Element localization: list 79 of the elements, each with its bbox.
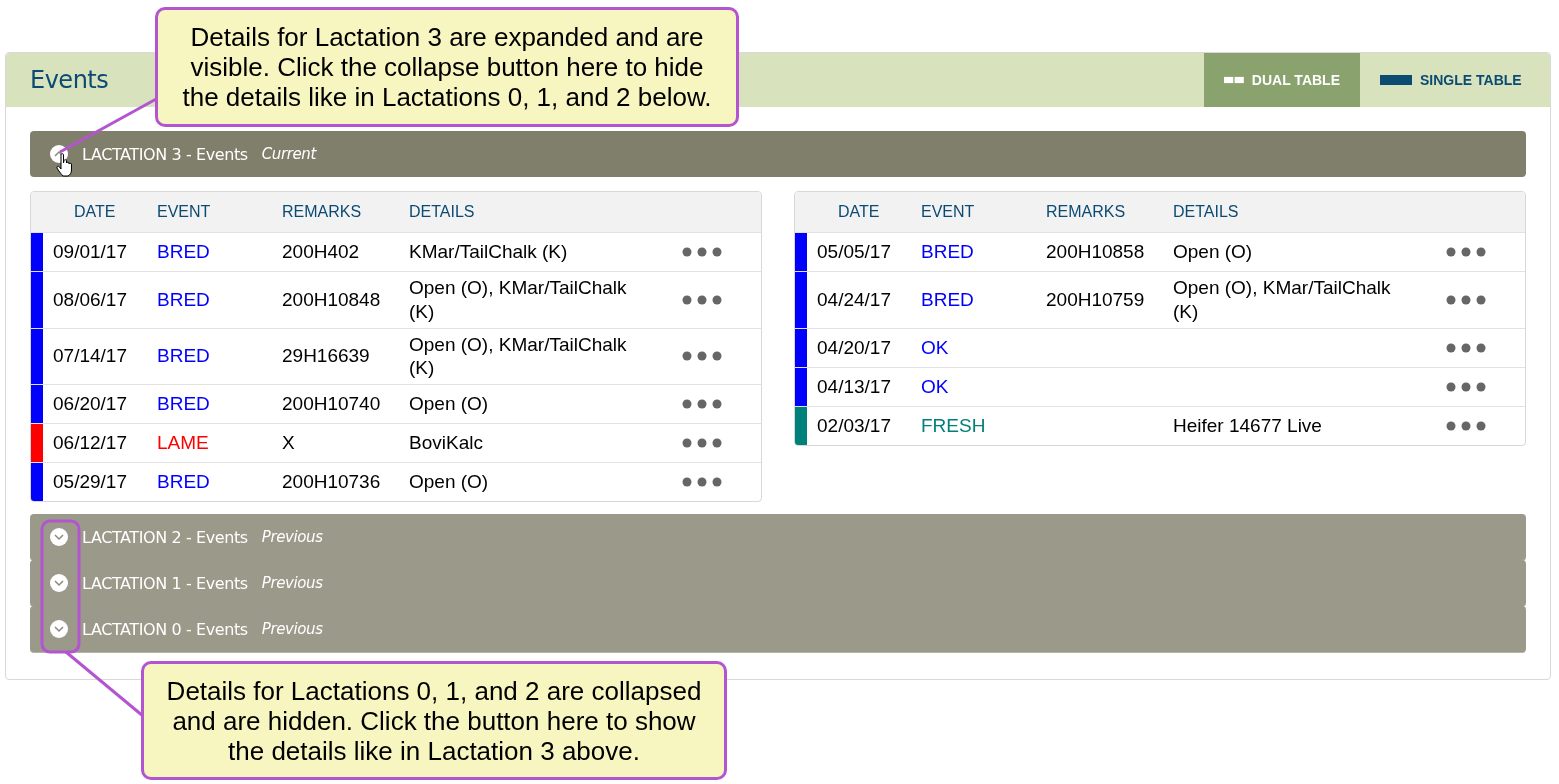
more-icon[interactable] — [1446, 381, 1486, 392]
details-cell: KMar/TailChalk (K) — [409, 240, 568, 264]
lactation-title: LACTATION 0 - Events — [82, 619, 248, 639]
date-cell: 06/12/17 — [53, 431, 127, 455]
more-icon[interactable] — [1446, 420, 1486, 431]
expand-button[interactable] — [50, 620, 68, 638]
details-cell: Open (O) — [1173, 240, 1253, 264]
more-icon[interactable] — [682, 438, 722, 448]
expand-button[interactable] — [50, 528, 68, 546]
more-icon[interactable] — [1446, 294, 1486, 305]
event-cell: BRED — [157, 240, 210, 264]
remarks-cell: 200H10740 — [282, 392, 381, 416]
remarks-cell: 200H10736 — [282, 470, 381, 494]
column-header: DATE — [837, 203, 881, 221]
panel-title: Events — [30, 66, 109, 94]
date-cell: 08/06/17 — [53, 287, 127, 312]
column-header: DATE — [73, 203, 117, 221]
lactation-title: LACTATION 1 - Events — [82, 573, 248, 593]
column-header: REMARKS — [282, 203, 363, 221]
lactation-title: LACTATION 3 - Events — [82, 144, 248, 164]
remarks-cell: X — [282, 431, 295, 455]
column-header: EVENT — [157, 203, 212, 221]
dual-table-icon — [1224, 75, 1244, 85]
details-cell-text: Open (O), KMar/TailChalk (K) — [1173, 276, 1392, 324]
more-icon[interactable] — [682, 247, 722, 257]
column-header: DETAILS — [1173, 203, 1240, 221]
date-cell: 09/01/17 — [53, 240, 127, 264]
date-cell: 06/20/17 — [53, 392, 127, 416]
lactation-status: Previous — [261, 574, 323, 592]
event-cell: BRED — [157, 344, 210, 369]
callout-note: Details for Lactations 0, 1, and 2 are collapsed and are hidden. Click the button here to show the details like in Lactation 3 above. — [141, 661, 727, 780]
more-icon[interactable] — [682, 351, 722, 362]
event-cell: BRED — [157, 470, 210, 494]
single-table-button[interactable]: SINGLE TABLE — [1360, 53, 1550, 107]
more-icon[interactable] — [682, 399, 722, 409]
event-cell: BRED — [921, 240, 974, 264]
event-cell: BRED — [157, 392, 210, 416]
date-cell: 07/14/17 — [53, 344, 127, 369]
lactation-status: Current — [261, 145, 316, 163]
event-cell: BRED — [921, 287, 974, 312]
remarks-cell: 200H10759 — [1046, 287, 1145, 312]
date-cell: 04/13/17 — [817, 374, 891, 399]
event-cell: FRESH — [921, 413, 986, 438]
details-cell: Open (O) — [409, 392, 489, 416]
details-cell: Open (O) — [409, 470, 489, 494]
callout-note: Details for Lactation 3 are expanded and are visible. Click the collapse button here to hide the details like in Lactations 0, 1, and 2 below. — [155, 7, 739, 127]
event-cell: OK — [921, 335, 949, 360]
date-cell: 04/24/17 — [817, 287, 891, 312]
lactation-status: Previous — [261, 528, 323, 546]
details-cell-text: Open (O), KMar/TailChalk (K) — [409, 332, 628, 380]
event-cell: BRED — [157, 287, 210, 312]
date-cell: 04/20/17 — [817, 335, 891, 360]
hand-cursor-icon — [56, 153, 74, 177]
more-icon[interactable] — [1446, 247, 1486, 257]
remarks-cell: 200H402 — [282, 240, 360, 264]
details-cell-text: Open (O), KMar/TailChalk (K) — [409, 276, 628, 324]
single-table-icon — [1380, 75, 1412, 85]
remarks-cell: 29H16639 — [282, 344, 370, 369]
date-cell: 02/03/17 — [817, 413, 891, 438]
chevron-down-icon — [53, 533, 65, 541]
column-header: REMARKS — [1046, 203, 1127, 221]
expand-button[interactable] — [50, 574, 68, 592]
remarks-cell: 200H10848 — [282, 287, 381, 312]
lactation-status: Previous — [261, 620, 323, 638]
column-header: DETAILS — [409, 203, 476, 221]
event-cell: LAME — [157, 431, 209, 455]
lactation-title: LACTATION 2 - Events — [82, 527, 248, 547]
date-cell: 05/05/17 — [817, 240, 891, 264]
event-cell: OK — [921, 374, 949, 399]
more-icon[interactable] — [1446, 342, 1486, 353]
column-header: EVENT — [921, 203, 976, 221]
details-cell: Heifer 14677 Live — [1173, 413, 1322, 438]
chevron-down-icon — [53, 579, 65, 587]
more-icon[interactable] — [682, 294, 722, 305]
chevron-down-icon — [53, 625, 65, 633]
remarks-cell: 200H10858 — [1046, 240, 1145, 264]
date-cell: 05/29/17 — [53, 470, 127, 494]
details-cell: BoviKalc — [409, 431, 483, 455]
more-icon[interactable] — [682, 477, 722, 487]
